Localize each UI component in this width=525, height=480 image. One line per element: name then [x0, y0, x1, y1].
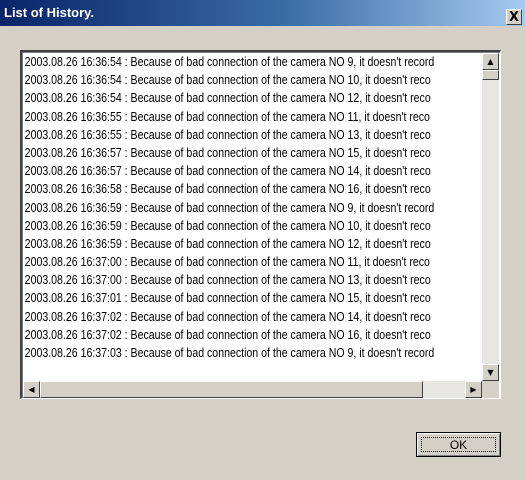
history-list-item[interactable]: 2003.08.26 16:37:02 : Because of bad con… [23, 308, 431, 326]
history-list-item[interactable]: 2003.08.26 16:36:59 : Because of bad con… [23, 235, 431, 253]
scrollbar-corner [482, 381, 499, 398]
arrow-down-icon: ▼ [487, 368, 494, 377]
history-list-item[interactable]: 2003.08.26 16:36:58 : Because of bad con… [23, 180, 431, 198]
history-list[interactable]: 2003.08.26 16:36:54 : Because of bad con… [20, 50, 501, 399]
history-list-item[interactable]: 2003.08.26 16:36:57 : Because of bad con… [23, 162, 431, 180]
title-bar[interactable]: List of History. X [0, 0, 525, 26]
scroll-left-button[interactable]: ◀ [23, 381, 40, 398]
history-list-item[interactable]: 2003.08.26 16:37:00 : Because of bad con… [23, 253, 430, 271]
arrow-left-icon: ◀ [28, 385, 35, 394]
history-list-item[interactable]: 2003.08.26 16:36:54 : Because of bad con… [23, 89, 431, 107]
history-list-viewport: 2003.08.26 16:36:54 : Because of bad con… [23, 53, 482, 381]
vertical-scroll-thumb[interactable] [482, 70, 499, 80]
horizontal-scroll-thumb[interactable] [40, 381, 423, 398]
history-list-item[interactable]: 2003.08.26 16:37:02 : Because of bad con… [23, 326, 431, 344]
arrow-up-icon: ▲ [487, 57, 494, 66]
scroll-right-button[interactable]: ▶ [465, 381, 482, 398]
horizontal-scrollbar[interactable]: ◀ ▶ [23, 381, 482, 398]
scroll-down-button[interactable]: ▼ [482, 364, 499, 381]
vertical-scrollbar[interactable]: ▲ ▼ [482, 53, 499, 381]
close-button[interactable]: X [506, 9, 522, 25]
history-list-item[interactable]: 2003.08.26 16:37:03 : Because of bad con… [23, 344, 435, 362]
history-list-item[interactable]: 2003.08.26 16:36:59 : Because of bad con… [23, 199, 435, 217]
window-title: List of History. [4, 5, 95, 20]
history-list-item[interactable]: 2003.08.26 16:36:57 : Because of bad con… [23, 144, 431, 162]
history-list-item[interactable]: 2003.08.26 16:36:54 : Because of bad con… [23, 71, 431, 89]
ok-button[interactable]: OK [416, 432, 501, 457]
close-icon: X [508, 9, 520, 25]
history-list-item[interactable]: 2003.08.26 16:36:55 : Because of bad con… [23, 126, 431, 144]
history-list-item[interactable]: 2003.08.26 16:36:55 : Because of bad con… [23, 108, 430, 126]
arrow-right-icon: ▶ [470, 385, 477, 394]
history-list-item[interactable]: 2003.08.26 16:36:59 : Because of bad con… [23, 217, 431, 235]
history-list-item[interactable]: 2003.08.26 16:37:00 : Because of bad con… [23, 271, 431, 289]
history-list-item[interactable]: 2003.08.26 16:37:01 : Because of bad con… [23, 289, 431, 307]
history-dialog: List of History. X 2003.08.26 16:36:54 :… [0, 0, 525, 480]
history-list-item[interactable]: 2003.08.26 16:36:54 : Because of bad con… [23, 53, 435, 71]
focus-rectangle [421, 437, 496, 452]
scroll-up-button[interactable]: ▲ [482, 53, 499, 70]
